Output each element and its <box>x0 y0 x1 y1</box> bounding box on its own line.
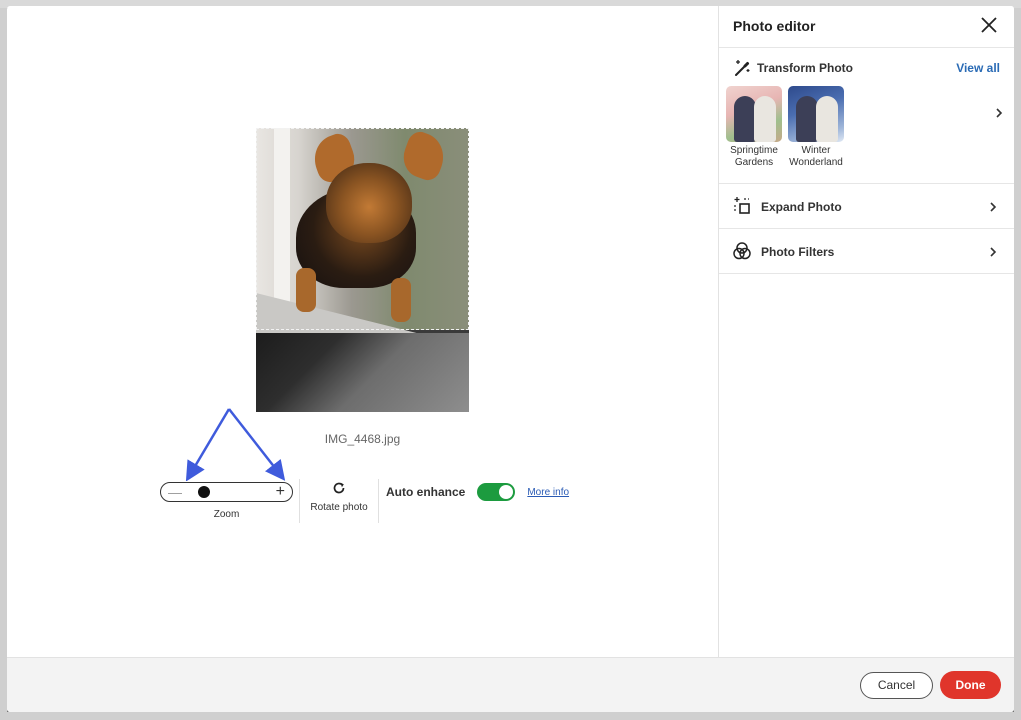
springtime-label-line1: Springtime <box>730 145 778 156</box>
springtime-label: Springtime Gardens <box>724 145 784 169</box>
zoom-slider[interactable]: — + <box>160 482 293 502</box>
transform-photo-section: Transform Photo View all Springtime Gard… <box>719 48 1014 184</box>
springtime-thumbnail <box>726 86 782 142</box>
transform-photo-title: Transform Photo <box>757 61 854 75</box>
expand-photo-row[interactable]: Expand Photo <box>719 184 1014 229</box>
annotation-arrows-icon <box>185 408 286 481</box>
dog-head <box>326 163 412 243</box>
zoom-out-icon[interactable]: — <box>168 483 182 501</box>
auto-enhance-control: Auto enhance More info <box>385 476 569 508</box>
panel-header: Photo editor <box>719 6 1014 48</box>
winter-label-line2: Wonderland <box>789 157 843 168</box>
winter-label-line1: Winter <box>801 145 831 156</box>
toggle-knob <box>499 485 514 499</box>
winter-thumbnail <box>788 86 844 142</box>
photo-canvas: IMG_4468.jpg — + Zoom Rotate photo Auto … <box>7 6 718 657</box>
photo-editor-modal: IMG_4468.jpg — + Zoom Rotate photo Auto … <box>7 6 1014 712</box>
filters-icon <box>733 242 751 260</box>
transform-option-winter[interactable]: Winter Wonderland <box>786 86 846 169</box>
photo-preview[interactable] <box>256 128 469 412</box>
panel-title: Photo editor <box>733 18 816 34</box>
winter-label: Winter Wonderland <box>786 145 846 169</box>
dog-leg <box>391 278 411 322</box>
rotate-photo-button[interactable]: Rotate photo <box>306 476 372 513</box>
view-all-link[interactable]: View all <box>956 61 1000 75</box>
photo-filters-row[interactable]: Photo Filters <box>719 229 1014 274</box>
dog-leg <box>296 268 316 312</box>
divider <box>299 479 300 523</box>
rotate-photo-label: Rotate photo <box>310 502 368 513</box>
zoom-label: Zoom <box>213 509 240 520</box>
background-page-right <box>1014 8 1021 720</box>
more-info-link[interactable]: More info <box>527 487 569 498</box>
photo-editor-panel: Photo editor Transform Photo View all Sp… <box>718 6 1014 657</box>
expand-icon <box>734 197 750 214</box>
transform-option-springtime[interactable]: Springtime Gardens <box>724 86 784 169</box>
thumb-person <box>734 96 756 142</box>
photo-filters-title: Photo Filters <box>761 245 835 259</box>
background-page-bottom <box>0 712 1021 720</box>
zoom-control: — + Zoom <box>160 476 293 520</box>
chevron-right-icon <box>990 202 997 212</box>
springtime-label-line2: Gardens <box>734 157 774 168</box>
divider <box>378 479 379 523</box>
zoom-slider-handle[interactable] <box>198 486 211 498</box>
background-page-left <box>0 8 7 720</box>
rotate-icon <box>333 482 345 494</box>
photo-controls: — + Zoom Rotate photo Auto enhance More … <box>160 476 569 526</box>
close-icon[interactable] <box>978 14 1000 36</box>
modal-footer: Cancel Done <box>7 657 1014 712</box>
done-button[interactable]: Done <box>940 671 1001 699</box>
auto-enhance-label: Auto enhance <box>386 485 466 499</box>
auto-enhance-toggle[interactable] <box>477 483 516 501</box>
chevron-right-icon[interactable] <box>994 107 1004 119</box>
chevron-right-icon <box>990 247 997 257</box>
cancel-button[interactable]: Cancel <box>860 672 933 699</box>
thumb-person <box>796 96 818 142</box>
zoom-in-icon[interactable]: + <box>276 483 285 501</box>
thumb-person <box>754 96 776 142</box>
thumb-person <box>816 96 838 142</box>
expand-photo-title: Expand Photo <box>761 200 842 214</box>
wand-icon <box>735 60 750 76</box>
